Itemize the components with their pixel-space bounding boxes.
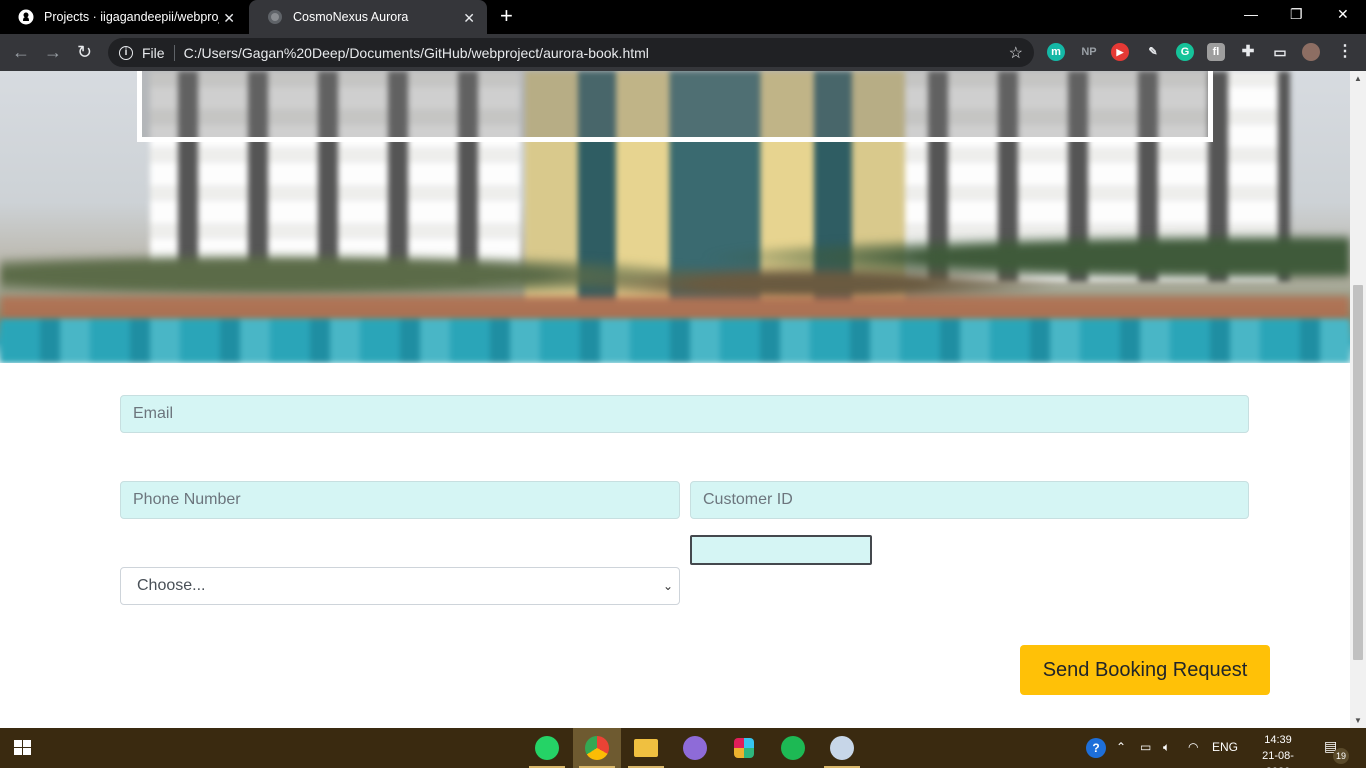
browser-toolbar: ← → ↻ i File C:/Users/Gagan%20Deep/Docum… — [0, 34, 1366, 71]
send-booking-request-button[interactable]: Send Booking Request — [1020, 645, 1270, 695]
back-icon[interactable]: ← — [12, 42, 30, 63]
hero-title: AURORA — [142, 71, 1208, 83]
slack-icon — [734, 738, 754, 758]
clock-time: 14:39 — [1264, 734, 1292, 746]
tab-projects[interactable]: Projects · iigagandeepii/webproje ✕ — [0, 0, 247, 34]
github-icon — [18, 9, 34, 25]
folder-icon — [634, 739, 658, 757]
url-text[interactable]: C:/Users/Gagan%20Deep/Documents/GitHub/w… — [184, 45, 649, 61]
taskbar-paint[interactable] — [818, 728, 866, 768]
address-bar[interactable]: i File C:/Users/Gagan%20Deep/Documents/G… — [108, 38, 1034, 67]
notification-count-badge: 19 — [1333, 748, 1349, 764]
help-icon[interactable]: ? — [1086, 738, 1106, 758]
new-tab-icon[interactable]: + — [500, 5, 513, 27]
extension-np-icon[interactable]: NP — [1077, 43, 1101, 61]
close-tab-icon[interactable]: ✕ — [223, 10, 235, 27]
restore-icon[interactable]: ❐ — [1290, 6, 1303, 23]
globe-icon — [268, 10, 282, 24]
cast-icon[interactable]: ▭ — [1271, 43, 1289, 61]
scroll-up-icon[interactable]: ▲ — [1354, 74, 1362, 83]
date-input[interactable] — [690, 535, 872, 565]
taskbar-whatsapp[interactable] — [523, 728, 571, 768]
menu-kebab-icon[interactable]: ⋮ — [1336, 43, 1354, 61]
extension-pen-icon[interactable]: ✎ — [1144, 43, 1162, 61]
spotify-icon — [781, 736, 805, 760]
page-scrollbar[interactable]: ▲ ▼ — [1350, 71, 1366, 728]
tab-cosmonexus-aurora[interactable]: CosmoNexus Aurora ✕ — [249, 0, 487, 34]
scheme-label: File — [142, 44, 165, 61]
bookmark-star-icon[interactable]: ☆ — [1009, 43, 1023, 63]
email-input[interactable]: Email — [120, 395, 1249, 433]
whatsapp-icon — [535, 736, 559, 760]
taskbar-slack[interactable] — [720, 728, 768, 768]
chevron-down-icon: ⌄ — [662, 579, 673, 593]
taskbar-github-desktop[interactable] — [671, 728, 719, 768]
minimize-icon[interactable]: — — [1244, 6, 1258, 22]
extension-m-icon[interactable]: m — [1047, 43, 1065, 61]
clock-date: 21-08-2020 — [1262, 750, 1294, 778]
chevron-up-icon[interactable]: ⌃ — [1116, 740, 1126, 754]
close-tab-icon[interactable]: ✕ — [463, 10, 475, 27]
hero-ground — [0, 296, 1350, 321]
tab-title: CosmoNexus Aurora — [293, 10, 409, 24]
phone-number-input[interactable]: Phone Number — [120, 481, 680, 519]
extension-fl-icon[interactable]: fl — [1207, 43, 1225, 61]
taskbar-chrome[interactable] — [573, 728, 621, 768]
extensions-puzzle-icon[interactable]: ✚ — [1239, 43, 1257, 61]
wifi-icon[interactable]: ◠ — [1188, 740, 1198, 754]
tab-title: Projects · iigagandeepii/webproje — [44, 10, 219, 24]
system-clock[interactable]: 14:39 21-08-2020 — [1250, 732, 1306, 780]
room-select[interactable]: Choose... ⌄ — [120, 567, 680, 605]
taskbar-spotify[interactable] — [769, 728, 817, 768]
language-indicator[interactable]: ENG — [1212, 740, 1238, 754]
chrome-icon — [585, 736, 609, 760]
customer-id-input[interactable]: Customer ID — [690, 481, 1249, 519]
extension-play-icon[interactable]: ▶ — [1111, 43, 1129, 61]
hero-image: AURORA — [0, 71, 1350, 363]
page-content: AURORA Email Phone Number Customer ID Ch… — [0, 71, 1350, 728]
hero-pool — [0, 319, 1350, 363]
volume-icon[interactable]: 🔈︎ — [1163, 740, 1170, 755]
paint-icon — [830, 736, 854, 760]
select-value: Choose... — [137, 577, 206, 594]
hero-title-box: AURORA — [137, 71, 1213, 142]
info-icon[interactable]: i — [119, 45, 133, 60]
battery-icon[interactable]: ▭ — [1140, 740, 1151, 754]
browser-tab-strip: Projects · iigagandeepii/webproje ✕ Cosm… — [0, 0, 1366, 34]
windows-taskbar: ? ⌃ ▭ 🔈︎ ◠ ENG 14:39 21-08-2020 ▤ 19 — [0, 728, 1366, 778]
close-window-icon[interactable]: ✕ — [1337, 6, 1349, 23]
forward-icon[interactable]: → — [44, 42, 62, 63]
taskbar-file-explorer[interactable] — [622, 728, 670, 768]
scroll-down-icon[interactable]: ▼ — [1354, 716, 1362, 725]
omnibox-separator — [173, 44, 175, 61]
windows-start-icon[interactable] — [14, 740, 32, 756]
reload-icon[interactable]: ↻ — [77, 42, 92, 63]
profile-avatar[interactable] — [1302, 43, 1320, 61]
extension-grammarly-icon[interactable]: G — [1176, 43, 1194, 61]
github-desktop-icon — [683, 736, 707, 760]
scrollbar-thumb[interactable] — [1353, 285, 1363, 660]
